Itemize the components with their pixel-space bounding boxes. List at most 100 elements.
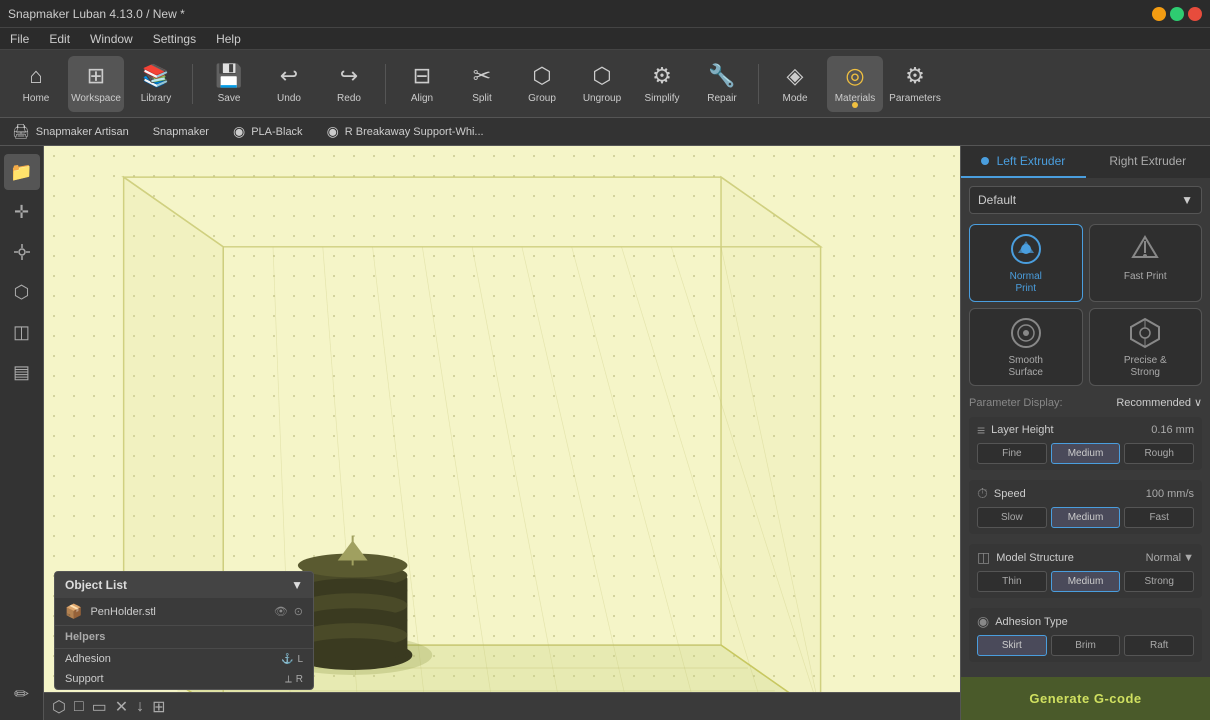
toolbar-align[interactable]: ⊟ Align (394, 56, 450, 112)
delete-icon[interactable]: ✕ (115, 697, 128, 717)
eye-show-icon[interactable]: ⊙ (294, 605, 303, 618)
sidebar-erase[interactable]: ✏ (4, 676, 40, 712)
toolbar-library[interactable]: 📚 Library (128, 56, 184, 112)
adhesion-type-icon: ◉ (977, 613, 989, 630)
toolbar-repair[interactable]: 🔧 Repair (694, 56, 750, 112)
toolbar-simplify[interactable]: ⚙ Simplify (634, 56, 690, 112)
layer-medium-btn[interactable]: Medium (1051, 443, 1121, 464)
group-icon: ⬡ (532, 63, 551, 89)
model-structure-value[interactable]: Normal ▼ (1146, 552, 1194, 564)
param-adhesion-header: ◉ Adhesion Type (969, 608, 1202, 635)
menu-edit[interactable]: Edit (45, 30, 74, 48)
speed-icon: ⏱ (977, 485, 988, 502)
brand-name: Snapmaker (153, 126, 209, 138)
material2-status: ◉ R Breakaway Support-Whi... (327, 123, 484, 140)
speed-medium-btn[interactable]: Medium (1051, 507, 1121, 528)
arrange-icon[interactable]: ▭ (92, 697, 107, 717)
param-model-structure-header: ◫ Model Structure Normal ▼ (969, 544, 1202, 571)
structure-thin-btn[interactable]: Thin (977, 571, 1047, 592)
support-badge-R: R (296, 674, 303, 685)
sidebar-shape[interactable]: ⬡ (4, 274, 40, 310)
profile-precise[interactable]: Precise &Strong (1089, 308, 1203, 386)
toolbar-mode[interactable]: ◈ Mode (767, 56, 823, 112)
generate-gcode-button[interactable]: Generate G-code (961, 677, 1210, 720)
toolbar-workspace[interactable]: ⊞ Workspace (68, 56, 124, 112)
param-display-value[interactable]: Recommended ∨ (1116, 396, 1202, 409)
material1-name: PLA-Black (251, 126, 302, 138)
toolbar-separator-3 (758, 64, 759, 104)
speed-slow-btn[interactable]: Slow (977, 507, 1047, 528)
materials-icon: ◎ (845, 63, 864, 89)
toolbar-redo[interactable]: ↪ Redo (321, 56, 377, 112)
sidebar-move[interactable]: ✛ (4, 194, 40, 230)
helper-adhesion: Adhesion ⚓ L (55, 649, 313, 669)
toolbar-home[interactable]: ⌂ Home (8, 56, 64, 112)
toolbar-undo[interactable]: ↩ Undo (261, 56, 317, 112)
chevron-down-icon: ▼ (1181, 193, 1193, 207)
param-model-structure: ◫ Model Structure Normal ▼ Thin Medium S… (969, 544, 1202, 598)
toolbar-library-label: Library (141, 93, 172, 104)
toolbar-ungroup-label: Ungroup (583, 93, 621, 104)
toolbar-separator-1 (192, 64, 193, 104)
profile-normal[interactable]: NormalPrint (969, 224, 1083, 302)
toolbar-parameters[interactable]: ⚙ Parameters (887, 56, 943, 112)
fast-print-label: Fast Print (1124, 271, 1167, 283)
left-sidebar: 📁 ✛ ⬡ ◫ ▤ ✏ (0, 146, 44, 720)
support-icon: ⟂ (285, 674, 292, 685)
profile-dropdown[interactable]: Default ▼ (969, 186, 1202, 214)
speed-label: Speed (994, 488, 1026, 500)
menu-help[interactable]: Help (212, 30, 245, 48)
layer-height-icon: ≡ (977, 422, 985, 438)
layer-fine-btn[interactable]: Fine (977, 443, 1047, 464)
toolbar-materials[interactable]: ◎ Materials (827, 56, 883, 112)
toolbar-group[interactable]: ⬡ Group (514, 56, 570, 112)
viewport[interactable]: Snapmaker Artisan Object List ▼ 📦 PenHol… (44, 146, 960, 720)
object-list-header[interactable]: Object List ▼ (55, 572, 313, 598)
add-object-icon[interactable]: ⬡ (52, 697, 66, 717)
menubar: File Edit Window Settings Help (0, 28, 1210, 50)
minimize-button[interactable] (1152, 7, 1166, 21)
speed-fast-btn[interactable]: Fast (1124, 507, 1194, 528)
param-speed: ⏱ Speed 100 mm/s Slow Medium Fast (969, 480, 1202, 534)
sidebar-transform[interactable] (4, 234, 40, 270)
duplicate-icon[interactable]: □ (74, 698, 84, 716)
menu-settings[interactable]: Settings (149, 30, 200, 48)
structure-medium-btn[interactable]: Medium (1051, 571, 1121, 592)
adhesion-badge: ⚓ L (281, 654, 303, 665)
param-layer-height-header: ≡ Layer Height 0.16 mm (969, 417, 1202, 443)
toolbar-save[interactable]: 💾 Save (201, 56, 257, 112)
toolbar-split[interactable]: ✂ Split (454, 56, 510, 112)
fast-print-icon (1127, 231, 1163, 267)
right-panel-content: Default ▼ NormalPrint (961, 178, 1210, 677)
tab-right-extruder[interactable]: Right Extruder (1086, 146, 1210, 178)
normal-print-label: NormalPrint (1010, 271, 1042, 295)
sidebar-slices[interactable]: ▤ (4, 354, 40, 390)
active-dot (852, 102, 858, 108)
sidebar-layers[interactable]: ◫ (4, 314, 40, 350)
model-structure-label: Model Structure (996, 552, 1074, 564)
menu-window[interactable]: Window (86, 30, 137, 48)
anchor-icon: ⚓ (281, 654, 293, 665)
toolbar-ungroup[interactable]: ⬡ Ungroup (574, 56, 630, 112)
adhesion-type-label: Adhesion Type (995, 616, 1068, 628)
layer-height-buttons: Fine Medium Rough (969, 443, 1202, 470)
extruder-tabs: Left Extruder Right Extruder (961, 146, 1210, 178)
profile-fast[interactable]: Fast Print (1089, 224, 1203, 302)
adhesion-skirt-btn[interactable]: Skirt (977, 635, 1047, 656)
tab-left-extruder[interactable]: Left Extruder (961, 146, 1086, 178)
adhesion-raft-btn[interactable]: Raft (1124, 635, 1194, 656)
adhesion-brim-btn[interactable]: Brim (1051, 635, 1121, 656)
sidebar-folder[interactable]: 📁 (4, 154, 40, 190)
structure-strong-btn[interactable]: Strong (1124, 571, 1194, 592)
profile-smooth[interactable]: SmoothSurface (969, 308, 1083, 386)
close-button[interactable] (1188, 7, 1202, 21)
object-row-penholder[interactable]: 📦 PenHolder.stl 👁 ⊙ (55, 598, 313, 626)
menu-file[interactable]: File (6, 30, 33, 48)
eye-hide-icon[interactable]: 👁 (274, 605, 288, 618)
maximize-button[interactable] (1170, 7, 1184, 21)
import-icon[interactable]: ↓ (136, 698, 144, 716)
home-icon: ⌂ (29, 63, 42, 89)
layer-rough-btn[interactable]: Rough (1124, 443, 1194, 464)
grid-icon[interactable]: ⊞ (152, 697, 165, 717)
titlebar: Snapmaker Luban 4.13.0 / New * (0, 0, 1210, 28)
